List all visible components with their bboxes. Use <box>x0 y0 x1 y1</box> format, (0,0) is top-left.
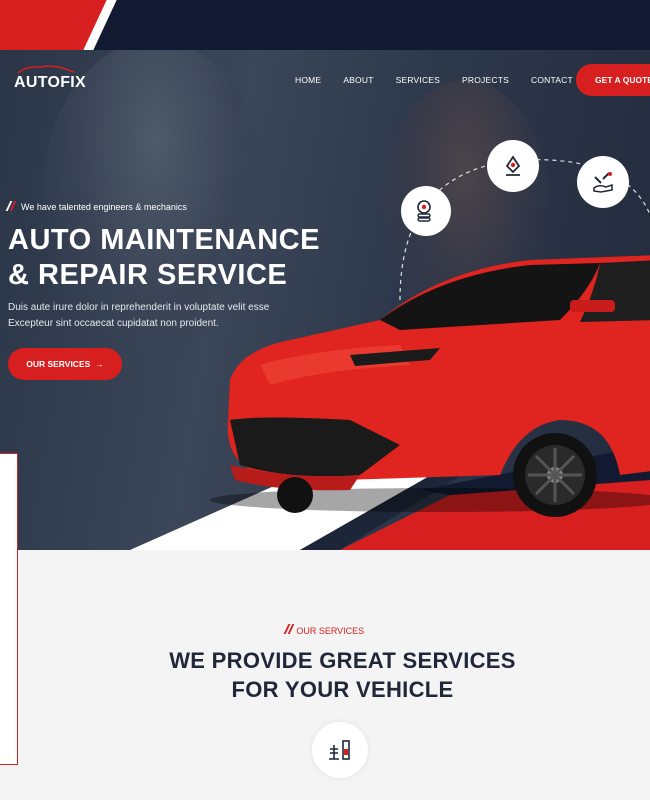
wrench-hand-icon <box>577 156 629 208</box>
logo-car-icon <box>17 65 75 74</box>
nav-about[interactable]: ABOUT <box>343 75 373 85</box>
services-title-line1: WE PROVIDE GREAT SERVICES <box>169 648 516 673</box>
hero-tagline: We have talented engineers & mechanics <box>5 201 187 213</box>
nav-home[interactable]: HOME <box>295 75 321 85</box>
services-title: WE PROVIDE GREAT SERVICES FOR YOUR VEHIC… <box>0 646 650 704</box>
autofix-logo[interactable]: AUTOFIX <box>14 65 87 92</box>
hero-tagline-text: We have talented engineers & mechanics <box>21 202 187 212</box>
hero-headline-line1: AUTO MAINTENANCE <box>8 224 320 256</box>
logo-text: AUTOFIX <box>14 74 87 91</box>
hero-description: Duis aute irure dolor in reprehenderit i… <box>8 300 318 332</box>
hero-headline-line2: & REPAIR SERVICE <box>8 259 288 291</box>
our-services-button-label: OUR SERVICES <box>26 359 91 369</box>
hero-headline: AUTO MAINTENANCE & REPAIR SERVICE <box>8 223 320 293</box>
hero-description-line1: Duis aute irure dolor in reprehenderit i… <box>8 302 270 313</box>
slash-icon <box>5 201 17 213</box>
side-panel <box>0 453 18 765</box>
hero-section: AUTOFIX HOME ABOUT SERVICES PROJECTS CON… <box>0 50 650 550</box>
main-nav: HOME ABOUT SERVICES PROJECTS CONTACT <box>295 75 595 85</box>
our-services-button[interactable]: OUR SERVICES → <box>8 348 122 380</box>
slash-icon <box>283 624 295 636</box>
services-title-line2: FOR YOUR VEHICLE <box>231 677 454 702</box>
services-tag-text: OUR SERVICES <box>296 626 365 636</box>
arrow-right-icon: → <box>95 359 104 369</box>
get-a-quote-button[interactable]: GET A QUOTE <box>576 64 650 96</box>
nav-projects[interactable]: PROJECTS <box>462 75 509 85</box>
top-bar <box>0 0 650 50</box>
wheel-badge-icon <box>401 186 451 236</box>
engine-lift-icon <box>312 722 368 778</box>
car-jack-icon <box>487 140 539 192</box>
nav-contact[interactable]: CONTACT <box>531 75 573 85</box>
hero-description-line2: Excepteur sint occaecat cupidatat non pr… <box>8 318 219 329</box>
nav-services[interactable]: SERVICES <box>396 75 440 85</box>
services-tag: OUR SERVICES <box>0 624 650 636</box>
